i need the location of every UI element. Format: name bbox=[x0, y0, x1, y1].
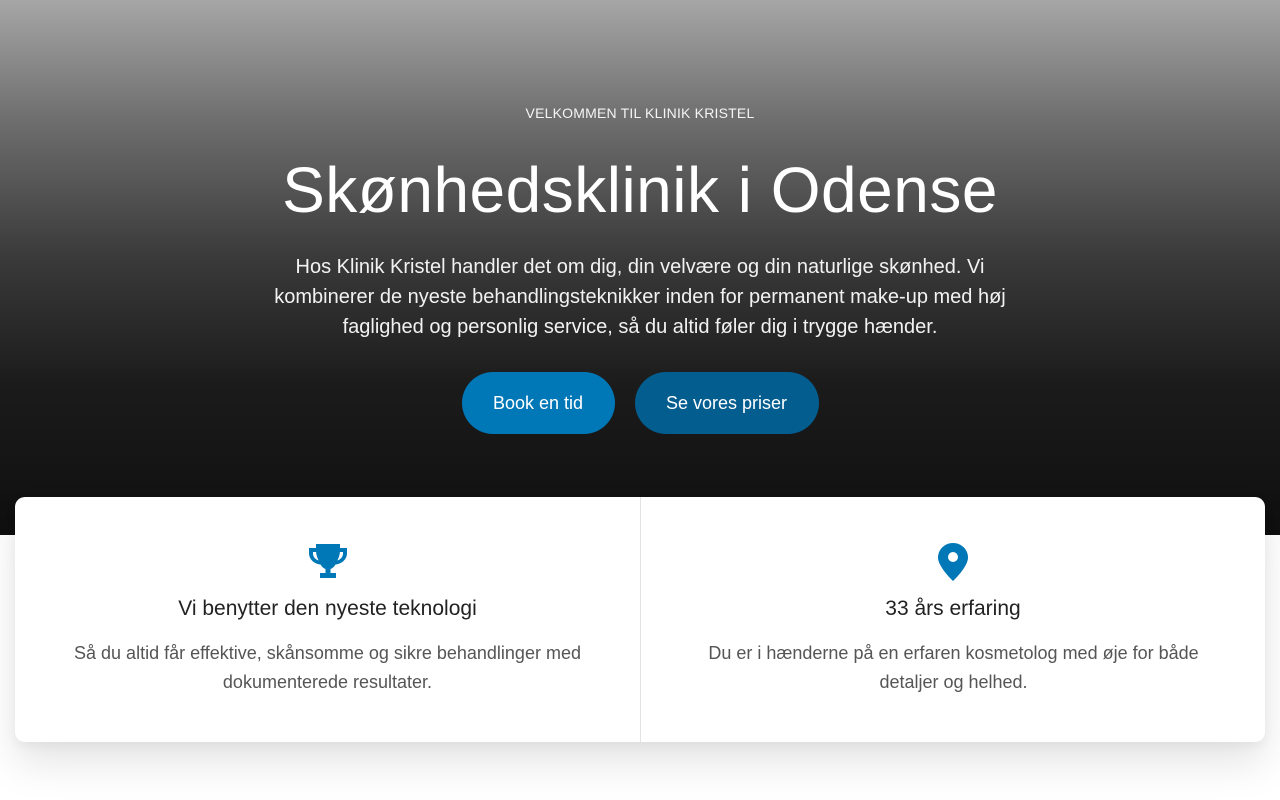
hero-title: Skønhedsklinik i Odense bbox=[282, 154, 998, 226]
feature-text: Så du altid får effektive, skånsomme og … bbox=[74, 643, 581, 692]
hero-buttons: Book en tid Se vores priser bbox=[0, 372, 1280, 434]
feature-technology: Vi benytter den nyeste teknologi Så du a… bbox=[15, 497, 640, 742]
feature-text: Du er i hænderne på en erfaren kosmetolo… bbox=[708, 643, 1199, 692]
hero-eyebrow: VELKOMMEN TIL KLINIK KRISTEL bbox=[525, 105, 755, 121]
feature-experience: 33 års erfaring Du er i hænderne på en e… bbox=[640, 497, 1265, 742]
feature-title: 33 års erfaring bbox=[885, 597, 1021, 620]
hero-description: Hos Klinik Kristel handler det om dig, d… bbox=[274, 256, 1006, 338]
hero-section: VELKOMMEN TIL KLINIK KRISTEL Skønhedskli… bbox=[0, 0, 1280, 535]
feature-title: Vi benytter den nyeste teknologi bbox=[178, 597, 477, 620]
page: VELKOMMEN TIL KLINIK KRISTEL Skønhedskli… bbox=[0, 0, 1280, 800]
trophy-icon bbox=[15, 542, 640, 582]
map-pin-icon bbox=[641, 542, 1265, 582]
features-card: Vi benytter den nyeste teknologi Så du a… bbox=[15, 497, 1265, 742]
see-prices-button[interactable]: Se vores priser bbox=[634, 372, 819, 434]
book-appointment-button[interactable]: Book en tid bbox=[461, 372, 615, 434]
